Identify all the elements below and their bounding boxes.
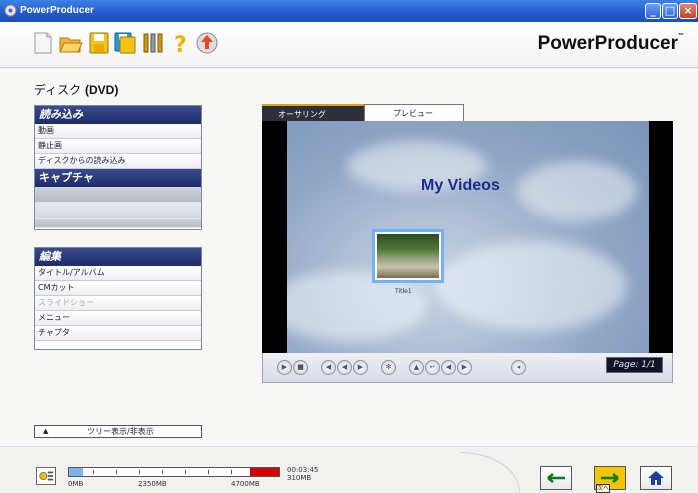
stop-icon[interactable]: ■: [293, 360, 308, 375]
rewind-icon[interactable]: ◀: [337, 360, 352, 375]
thumbnail-image: [377, 234, 439, 278]
title-thumbnail[interactable]: [372, 229, 444, 283]
open-folder-icon[interactable]: [58, 30, 84, 56]
help-icon[interactable]: ?: [168, 30, 194, 56]
menu-background: My Videos Title1: [287, 121, 649, 353]
import-photo-item[interactable]: 静止画: [35, 139, 201, 154]
enter-icon[interactable]: ↵: [425, 360, 440, 375]
minimize-button[interactable]: _: [645, 3, 661, 19]
back-button[interactable]: [540, 466, 572, 490]
save-as-icon[interactable]: [112, 30, 138, 56]
brand-logo: PowerProducer™: [537, 33, 684, 54]
page-indicator: Page: 1/1: [606, 357, 663, 373]
total-size: 310MB: [287, 474, 312, 482]
home-button[interactable]: [640, 466, 672, 490]
edit-panel: 編集 タイトル/アルバム CMカット スライドショー メニュー チャプタ: [34, 247, 202, 350]
tree-toggle-label: ツリー表示/非表示: [87, 427, 154, 436]
import-header: 読み込み: [35, 106, 201, 124]
save-icon[interactable]: [86, 30, 112, 56]
arrow-left-icon: [547, 473, 565, 483]
disc-title-label: ディスク: [34, 83, 82, 97]
update-icon[interactable]: [194, 30, 220, 56]
title-bar: PowerProducer _ □ ×: [0, 0, 698, 22]
app-icon: [4, 4, 17, 17]
audio-mode-icon[interactable]: ✻: [381, 360, 396, 375]
disc-settings-icon[interactable]: [36, 467, 56, 485]
nav-left-icon[interactable]: ◀: [441, 360, 456, 375]
thumbnail-label: Title1: [395, 288, 412, 295]
maximize-icon: □: [664, 4, 676, 17]
capacity-used-bar: [69, 468, 83, 476]
maximize-button[interactable]: □: [662, 3, 678, 19]
edit-header: 編集: [35, 248, 201, 266]
import-video-item[interactable]: 動画: [35, 124, 201, 139]
capacity-label-min: 0MB: [68, 480, 84, 488]
new-project-icon[interactable]: [30, 30, 56, 56]
capacity-overflow-bar: [250, 468, 279, 476]
capacity-label-mid: 2350MB: [138, 480, 167, 488]
player-controls: ▶ ■ ◀ ◀ ▶ ✻ ▲ ↵ ◀ ▶ ◂ Page: 1/1: [262, 353, 673, 383]
edit-slideshow-item[interactable]: スライドショー: [35, 296, 201, 311]
edit-chapter-item[interactable]: チャプタ: [35, 326, 201, 341]
skip-back-icon[interactable]: ◀: [321, 360, 336, 375]
nav-up-icon[interactable]: ▲: [409, 360, 424, 375]
volume-icon[interactable]: ◂: [511, 360, 526, 375]
minimize-icon: _: [650, 4, 656, 17]
triangle-up-icon: ▲: [43, 427, 49, 435]
total-duration: 00:03:45: [287, 466, 319, 474]
import-capture-panel: 読み込み 動画 静止画 ディスクからの読み込み キャプチャ: [34, 105, 202, 230]
edit-cm-cut-item[interactable]: CMカット: [35, 281, 201, 296]
skip-forward-icon[interactable]: ▶: [353, 360, 368, 375]
capture-slot-3: [35, 219, 201, 228]
disc-type: (DVD): [85, 83, 119, 97]
capture-header: キャプチャ: [35, 169, 201, 187]
window-title: PowerProducer: [20, 5, 94, 16]
play-icon[interactable]: ▶: [277, 360, 292, 375]
edit-title-album-item[interactable]: タイトル/アルバム: [35, 266, 201, 281]
capacity-meter: [68, 467, 280, 477]
svg-text:?: ?: [174, 33, 187, 56]
close-icon: ×: [683, 4, 693, 17]
next-tooltip: 次へ: [596, 484, 610, 493]
disc-title: ディスク (DVD): [34, 81, 118, 98]
edit-menu-item[interactable]: メニュー: [35, 311, 201, 326]
import-disc-item[interactable]: ディスクからの読み込み: [35, 154, 201, 169]
capture-slot-1: [35, 187, 201, 203]
home-icon: [648, 471, 664, 485]
close-button[interactable]: ×: [679, 3, 697, 19]
capture-slot-2: [35, 203, 201, 219]
tab-preview[interactable]: プレビュー: [364, 104, 464, 121]
toolbar: ? PowerProducer™: [0, 22, 698, 68]
tab-authoring[interactable]: オーサリング: [262, 104, 364, 121]
capacity-readout: 00:03:45 310MB: [287, 466, 318, 482]
nav-right-icon[interactable]: ▶: [457, 360, 472, 375]
capacity-label-max: 4700MB: [231, 480, 260, 488]
tree-toggle-button[interactable]: ▲ ツリー表示/非表示: [34, 425, 202, 438]
settings-icon[interactable]: [140, 30, 166, 56]
preview-tabs: オーサリング プレビュー: [262, 104, 662, 121]
menu-title: My Videos: [421, 177, 500, 194]
preview-stage: My Videos Title1: [262, 121, 673, 353]
